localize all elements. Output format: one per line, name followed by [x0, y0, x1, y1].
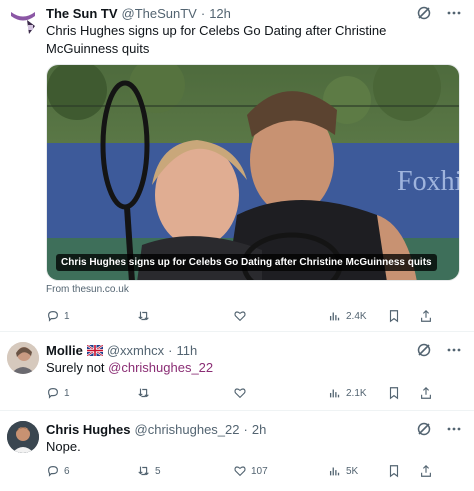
like-count: 107 — [251, 465, 268, 477]
mention-link[interactable]: @chrishughes_22 — [108, 360, 213, 375]
reply-icon — [48, 311, 58, 322]
reply-button[interactable]: 1 — [46, 384, 70, 402]
display-name[interactable]: Mollie — [46, 343, 83, 358]
tweet-chrishughes[interactable]: Chris Hughes @chrishughes_22 · 2h Nope. … — [0, 411, 474, 491]
bookmark-button[interactable] — [387, 384, 401, 402]
retweet-button[interactable] — [137, 307, 155, 325]
timestamp[interactable]: 2h — [252, 422, 266, 437]
view-count: 2.4K — [346, 310, 367, 322]
retweet-count: 5 — [155, 465, 161, 477]
more-options-icon[interactable] — [446, 421, 462, 437]
reply-count: 1 — [64, 310, 70, 322]
uk-flag-icon — [86, 344, 103, 356]
avatar-mollie[interactable] — [7, 342, 39, 374]
heart-icon — [234, 388, 246, 399]
reply-count: 1 — [64, 387, 70, 399]
bookmark-icon — [389, 310, 399, 323]
sun-tv-logo-icon — [7, 6, 39, 38]
tweet-header: Mollie @xxmhcx · 11h — [46, 341, 197, 359]
retweet-icon — [138, 388, 149, 398]
avatar-chrishughes[interactable] — [7, 421, 39, 453]
bookmark-button[interactable] — [387, 307, 401, 325]
tweet-text: Chris Hughes signs up for Celebs Go Dati… — [46, 23, 387, 56]
share-button[interactable] — [419, 462, 433, 480]
card-source[interactable]: From thesun.co.uk — [46, 284, 129, 295]
backdrop-text: Foxhi — [397, 166, 460, 197]
user-handle[interactable]: @chrishughes_22 — [135, 422, 240, 437]
tweet-header: The Sun TV @TheSunTV · 12h — [46, 4, 231, 22]
tweet-actions: 6 5 107 5K — [46, 462, 460, 480]
tweet-top-actions — [416, 4, 462, 22]
retweet-button[interactable] — [137, 384, 155, 402]
timestamp[interactable]: 11h — [176, 343, 197, 358]
views-icon — [329, 467, 340, 476]
tweet-actions: 1 2.4K — [46, 307, 460, 325]
views-button[interactable]: 2.4K — [328, 307, 367, 325]
card-caption: Chris Hughes signs up for Celebs Go Dati… — [56, 254, 437, 271]
tweet-top-actions — [416, 420, 462, 438]
view-count: 5K — [346, 465, 359, 477]
like-button[interactable] — [233, 384, 251, 402]
more-options-icon[interactable] — [446, 342, 462, 358]
tweet-text: Surely not @chrishughes_22 — [46, 359, 456, 377]
display-name[interactable]: The Sun TV — [46, 6, 118, 21]
bookmark-icon — [389, 465, 399, 478]
separator-dot: · — [168, 342, 173, 358]
profile-photo — [7, 342, 39, 374]
profile-photo — [7, 421, 39, 453]
share-button[interactable] — [419, 384, 433, 402]
display-name[interactable]: Chris Hughes — [46, 422, 131, 437]
more-options-icon[interactable] — [446, 5, 462, 21]
share-icon — [421, 464, 431, 477]
grok-icon[interactable] — [416, 421, 432, 437]
article-image: Foxhi — [47, 65, 460, 280]
reply-icon — [48, 466, 58, 477]
user-handle[interactable]: @xxmhcx — [107, 343, 164, 358]
reply-count: 6 — [64, 465, 70, 477]
tweet-actions: 1 2.1K — [46, 384, 460, 402]
bookmark-button[interactable] — [387, 462, 401, 480]
share-icon — [421, 386, 431, 399]
views-icon — [329, 389, 340, 398]
link-card[interactable]: Foxhi Chris Hughes signs up for Celebs G… — [46, 64, 460, 281]
views-icon — [329, 312, 340, 321]
retweet-button[interactable]: 5 — [137, 462, 161, 480]
reply-button[interactable]: 6 — [46, 462, 70, 480]
like-button[interactable]: 107 — [233, 462, 268, 480]
tweet-text: Nope. — [46, 439, 81, 454]
separator-dot: · — [243, 421, 248, 437]
heart-icon — [234, 466, 246, 477]
separator-dot: · — [200, 5, 206, 21]
grok-icon[interactable] — [416, 5, 432, 21]
share-icon — [421, 309, 431, 322]
grok-icon[interactable] — [416, 342, 432, 358]
reply-icon — [48, 388, 58, 399]
retweet-icon — [138, 466, 149, 476]
heart-icon — [234, 311, 246, 322]
share-button[interactable] — [419, 307, 433, 325]
views-button[interactable]: 5K — [328, 462, 358, 480]
timestamp[interactable]: 12h — [209, 6, 231, 21]
view-count: 2.1K — [346, 387, 367, 399]
views-button[interactable]: 2.1K — [328, 384, 367, 402]
like-button[interactable] — [233, 307, 251, 325]
tweet-header: Chris Hughes @chrishughes_22 · 2h — [46, 420, 266, 438]
tweet-text-body: Surely not — [46, 360, 109, 375]
reply-button[interactable]: 1 — [46, 307, 70, 325]
retweet-icon — [138, 311, 149, 321]
bookmark-icon — [389, 387, 399, 400]
tweet-mollie[interactable]: Mollie @xxmhcx · 11h Surely not @chrishu… — [0, 332, 474, 410]
user-handle[interactable]: @TheSunTV — [122, 6, 197, 21]
tweet-top-actions — [416, 341, 462, 359]
avatar-thesuntv[interactable] — [7, 6, 39, 38]
tweet-thesuntv[interactable]: The Sun TV @TheSunTV · 12h Chris Hughes … — [0, 0, 474, 330]
